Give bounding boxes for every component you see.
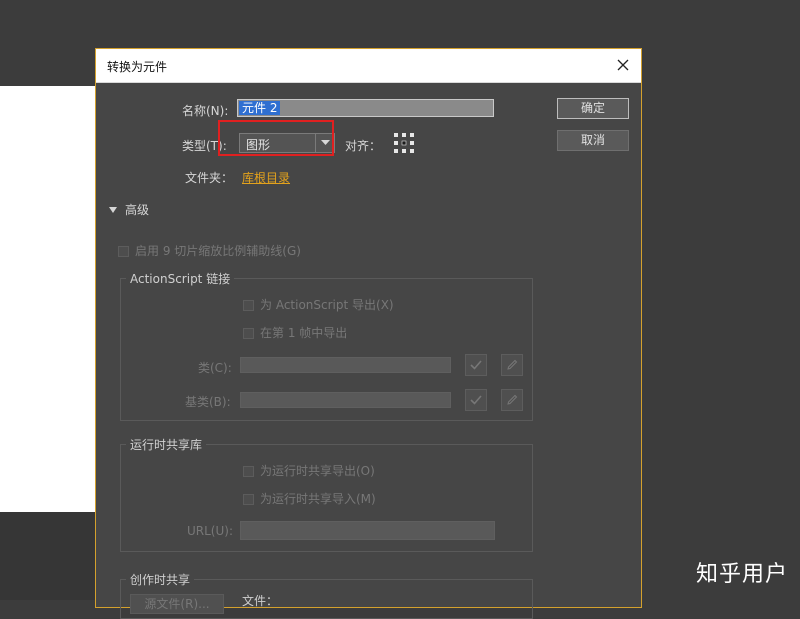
import-runtime-checkbox[interactable] [243, 494, 254, 505]
url-label: URL(U): [187, 524, 233, 538]
nine-slice-checkbox[interactable] [118, 246, 129, 257]
base-class-label: 基类(B): [185, 395, 231, 409]
base-class-input[interactable] [240, 392, 451, 408]
import-runtime-option[interactable]: 为运行时共享导入(M) [243, 490, 376, 507]
url-input[interactable] [240, 521, 495, 540]
pencil-icon [507, 359, 518, 370]
authortime-sharing-group-title: 创作时共享 [126, 571, 195, 588]
validate-class-button[interactable] [465, 354, 487, 376]
advanced-label: 高级 [125, 203, 150, 217]
close-button[interactable] [605, 49, 641, 81]
name-label: 名称(N): [182, 104, 229, 118]
export-in-frame-checkbox[interactable] [243, 328, 254, 339]
folder-label: 文件夹： [185, 171, 234, 185]
source-file-button[interactable]: 源文件(R)... [130, 594, 224, 614]
class-label: 类(C): [198, 361, 232, 375]
registration-grid[interactable] [393, 132, 415, 154]
export-for-actionscript-label: 为 ActionScript 导出(X) [260, 298, 394, 312]
class-input[interactable] [240, 357, 451, 373]
advanced-toggle[interactable]: 高级 [109, 201, 149, 218]
export-for-actionscript-checkbox[interactable] [243, 300, 254, 311]
stage-canvas [0, 86, 96, 512]
dialog-titlebar: 转换为元件 [96, 49, 641, 83]
export-for-actionscript-option[interactable]: 为 ActionScript 导出(X) [243, 296, 394, 313]
import-runtime-label: 为运行时共享导入(M) [260, 492, 376, 506]
validate-base-class-button[interactable] [465, 389, 487, 411]
runtime-sharing-group: 运行时共享库 为运行时共享导出(O) 为运行时共享导入(M) URL(U): [120, 436, 533, 552]
dialog-title: 转换为元件 [107, 60, 168, 74]
align-label: 对齐： [345, 139, 382, 153]
checkmark-icon [470, 360, 482, 370]
edit-class-button[interactable] [501, 354, 523, 376]
edit-base-class-button[interactable] [501, 389, 523, 411]
actionscript-group-title: ActionScript 链接 [126, 270, 235, 287]
triangle-down-icon [109, 206, 117, 213]
registration-grid-icon [394, 133, 414, 153]
cancel-button[interactable]: 取消 [557, 130, 629, 151]
actionscript-group: ActionScript 链接 为 ActionScript 导出(X) 在第 … [120, 270, 533, 421]
convert-to-symbol-dialog: 转换为元件 名称(N): 元件 2 确定 取消 类型(T): 图形 对齐： 文件… [95, 48, 642, 619]
watermark-text: 知乎用户 [695, 562, 788, 587]
nine-slice-label: 启用 9 切片缩放比例辅助线(G) [135, 244, 301, 258]
folder-link[interactable]: 库根目录 [242, 169, 290, 186]
checkmark-icon [470, 395, 482, 405]
name-input-value: 元件 2 [239, 101, 281, 115]
workspace-background [0, 512, 96, 600]
ok-button[interactable]: 确定 [557, 98, 629, 119]
nine-slice-option[interactable]: 启用 9 切片缩放比例辅助线(G) [118, 242, 301, 259]
export-in-frame-option[interactable]: 在第 1 帧中导出 [243, 324, 347, 341]
export-runtime-option[interactable]: 为运行时共享导出(O) [243, 462, 375, 479]
file-label: 文件： [242, 594, 279, 608]
export-in-frame-label: 在第 1 帧中导出 [260, 326, 348, 340]
close-icon [617, 59, 629, 71]
export-runtime-label: 为运行时共享导出(O) [260, 464, 375, 478]
runtime-sharing-group-title: 运行时共享库 [126, 436, 207, 453]
export-runtime-checkbox[interactable] [243, 466, 254, 477]
name-input[interactable]: 元件 2 [237, 99, 494, 117]
pencil-icon [507, 394, 518, 405]
authortime-sharing-group: 创作时共享 源文件(R)... 文件： [120, 571, 533, 619]
highlight-annotation [218, 120, 334, 156]
